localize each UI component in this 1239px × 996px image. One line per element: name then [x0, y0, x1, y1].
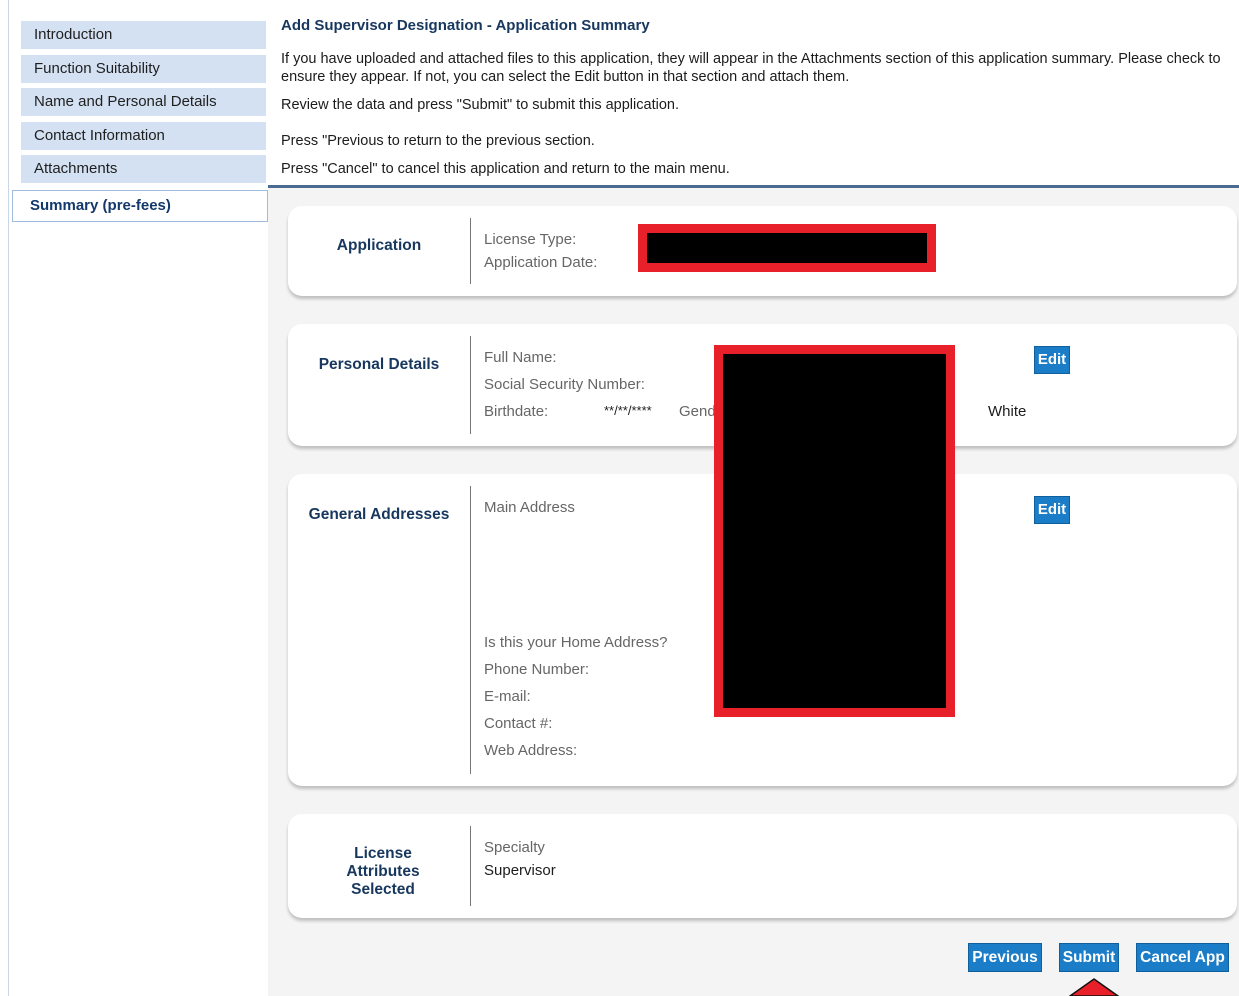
- sidebar-item-attachments[interactable]: Attachments: [21, 155, 266, 183]
- edit-personal-details-button[interactable]: Edit: [1034, 346, 1070, 374]
- cancel-app-button[interactable]: Cancel App: [1136, 943, 1229, 972]
- birthdate-value: **/**/****: [604, 403, 652, 418]
- sidebar-item-name-personal-details[interactable]: Name and Personal Details: [21, 88, 266, 116]
- page-header: Add Supervisor Designation - Application…: [268, 0, 1239, 188]
- redacted-application-value: [638, 224, 936, 272]
- card-divider: [470, 826, 471, 906]
- license-attributes-card: License Attributes Selected Specialty Su…: [288, 814, 1237, 918]
- contact-number-label: Contact #:: [484, 715, 553, 732]
- edit-addresses-button[interactable]: Edit: [1034, 496, 1070, 524]
- red-arrow-icon: [1068, 978, 1120, 996]
- phone-number-label: Phone Number:: [484, 661, 590, 678]
- summary-main: Application License Type: Application Da…: [268, 188, 1239, 996]
- redacted-personal-values: [714, 345, 955, 717]
- application-heading: Application: [336, 237, 422, 254]
- full-name-label: Full Name:: [484, 349, 557, 366]
- license-attributes-heading: License Attributes Selected: [346, 845, 420, 898]
- personal-details-heading: Personal Details: [318, 356, 440, 373]
- page-title: Add Supervisor Designation - Application…: [281, 17, 650, 34]
- card-divider: [470, 218, 471, 284]
- card-divider: [470, 486, 471, 774]
- specialty-value: Supervisor: [484, 862, 556, 879]
- sidebar-item-summary[interactable]: Summary (pre-fees): [12, 190, 268, 222]
- sidebar-item-contact-information[interactable]: Contact Information: [21, 122, 266, 150]
- sidebar-nav: Introduction Function Suitability Name a…: [8, 0, 269, 996]
- license-type-label: License Type:: [484, 231, 577, 248]
- web-address-label: Web Address:: [484, 742, 578, 759]
- specialty-label: Specialty: [484, 839, 545, 856]
- attachments-instructions: If you have uploaded and attached files …: [281, 51, 1221, 85]
- race-value: White: [988, 403, 1027, 420]
- sidebar-item-function-suitability[interactable]: Function Suitability: [21, 55, 266, 83]
- card-divider: [470, 336, 471, 434]
- submit-instructions: Review the data and press "Submit" to su…: [281, 97, 679, 113]
- general-addresses-heading: General Addresses: [308, 506, 450, 523]
- previous-instructions: Press "Previous to return to the previou…: [281, 133, 595, 149]
- email-label: E-mail:: [484, 688, 531, 705]
- home-address-question: Is this your Home Address?: [484, 634, 668, 651]
- application-card: Application License Type: Application Da…: [288, 206, 1237, 296]
- application-date-label: Application Date:: [484, 254, 598, 271]
- sidebar-item-introduction[interactable]: Introduction: [21, 21, 266, 49]
- cancel-instructions: Press "Cancel" to cancel this applicatio…: [281, 161, 730, 177]
- submit-button[interactable]: Submit: [1059, 943, 1119, 972]
- gender-label: Gend: [679, 403, 716, 420]
- birthdate-label: Birthdate:: [484, 403, 549, 420]
- previous-button[interactable]: Previous: [968, 943, 1042, 972]
- main-address-label: Main Address: [484, 499, 575, 516]
- ssn-label: Social Security Number:: [484, 376, 645, 393]
